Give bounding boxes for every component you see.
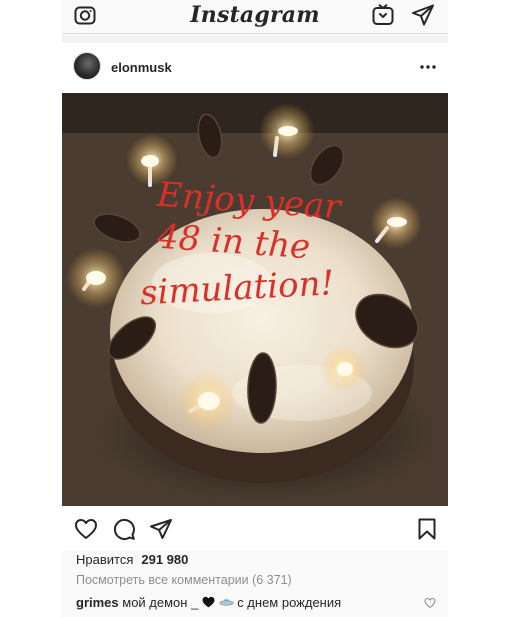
share-icon[interactable] [149,517,173,541]
direct-message-icon[interactable] [411,3,435,27]
caption-username[interactable]: grimes [76,595,119,610]
instagram-phone-screen: Instagram elonmusk Enjoy year 48 in the … [62,0,448,617]
flying-saucer-icon [218,598,234,606]
post-header: elonmusk [62,43,448,93]
post-actions-bar [62,506,448,550]
caption-text-before: мой демон _ [122,595,199,610]
comment-icon[interactable] [112,517,136,541]
igtv-icon[interactable] [371,3,395,27]
likes-count: 291 980 [141,552,189,567]
likes-row[interactable]: Нравится 291 980 [76,552,188,567]
post-username[interactable]: elonmusk [111,60,172,75]
bookmark-icon[interactable] [415,517,439,541]
feed-divider [62,35,448,43]
comment-like-heart-icon[interactable] [424,597,436,609]
likes-label: Нравится [76,552,134,567]
view-all-comments-link[interactable]: Посмотреть все комментарии (6 371) [76,573,292,587]
caption-text-after: с днем рождения [237,595,342,610]
more-options-icon[interactable] [418,57,438,77]
heart-icon[interactable] [74,517,98,541]
black-heart-icon [202,596,215,608]
post-photo[interactable]: Enjoy year 48 in the simulation! [62,93,448,506]
top-bar: Instagram [62,0,448,34]
cake-photo-illustration: Enjoy year 48 in the simulation! [62,93,448,506]
caption-comment: grimes мой демон _ с днем рождения [76,595,341,610]
avatar[interactable] [73,52,101,80]
